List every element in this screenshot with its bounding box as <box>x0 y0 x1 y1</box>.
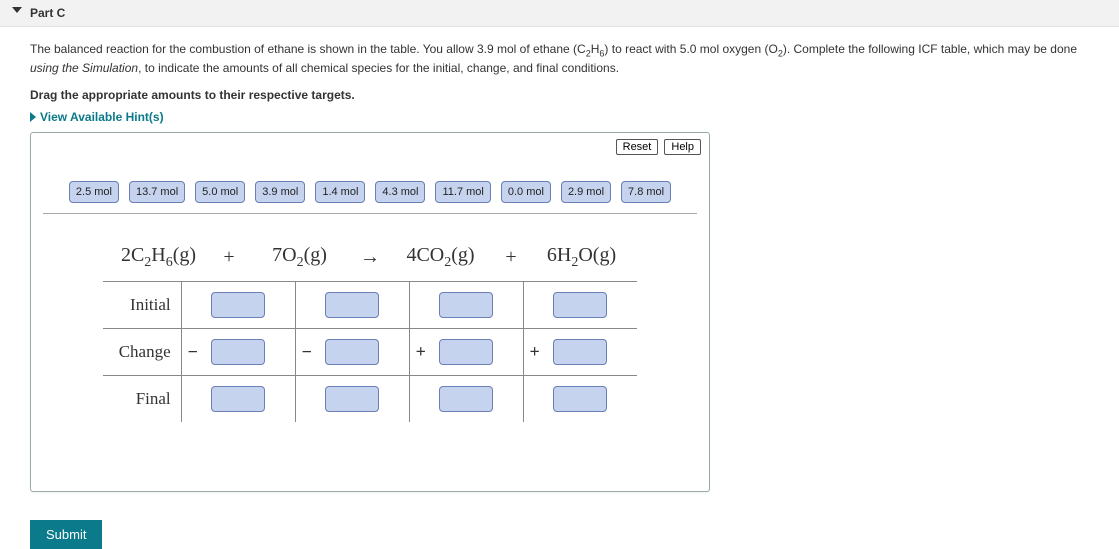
chip[interactable]: 5.0 mol <box>195 181 245 203</box>
drop-target[interactable] <box>211 292 265 318</box>
drop-target[interactable] <box>439 386 493 412</box>
chip[interactable]: 1.4 mol <box>315 181 365 203</box>
drop-target[interactable] <box>325 339 379 365</box>
drop-target[interactable] <box>439 292 493 318</box>
drop-target[interactable] <box>211 339 265 365</box>
drop-target[interactable] <box>553 339 607 365</box>
minus-sign: − <box>188 341 198 362</box>
part-label: Part C <box>30 6 65 20</box>
caret-down-icon <box>12 7 22 13</box>
chip-tray: 2.5 mol 13.7 mol 5.0 mol 3.9 mol 1.4 mol… <box>43 175 697 214</box>
row-label-final: Final <box>103 375 181 422</box>
row-label-change: Change <box>103 328 181 375</box>
drop-target[interactable] <box>325 292 379 318</box>
chip[interactable]: 4.3 mol <box>375 181 425 203</box>
drop-target[interactable] <box>325 386 379 412</box>
question-prompt: The balanced reaction for the combustion… <box>30 41 1089 78</box>
hints-label: View Available Hint(s) <box>40 110 164 124</box>
drop-target[interactable] <box>553 386 607 412</box>
reaction-equation: 2C2H6(g) + 7O2(g) → 4CO2(g) + 6H2O(g) <box>103 238 637 277</box>
view-hints-toggle[interactable]: View Available Hint(s) <box>30 110 1089 124</box>
plus-sign: + <box>416 341 426 362</box>
caret-right-icon <box>30 112 36 122</box>
submit-button[interactable]: Submit <box>30 520 102 549</box>
row-label-initial: Initial <box>103 281 181 328</box>
chip[interactable]: 2.5 mol <box>69 181 119 203</box>
reset-button[interactable]: Reset <box>616 139 659 155</box>
drag-drop-panel: Reset Help 2.5 mol 13.7 mol 5.0 mol 3.9 … <box>30 132 710 492</box>
chip[interactable]: 2.9 mol <box>561 181 611 203</box>
part-header[interactable]: Part C <box>0 0 1119 27</box>
icf-table: Initial Change − − + + Final <box>103 281 637 422</box>
plus-sign: + <box>530 341 540 362</box>
chip[interactable]: 7.8 mol <box>621 181 671 203</box>
minus-sign: − <box>302 341 312 362</box>
drop-target[interactable] <box>439 339 493 365</box>
drop-target[interactable] <box>553 292 607 318</box>
help-button[interactable]: Help <box>664 139 701 155</box>
chip[interactable]: 0.0 mol <box>501 181 551 203</box>
drag-instruction: Drag the appropriate amounts to their re… <box>30 88 1089 102</box>
chip[interactable]: 11.7 mol <box>435 181 490 203</box>
chip[interactable]: 3.9 mol <box>255 181 305 203</box>
chip[interactable]: 13.7 mol <box>129 181 185 203</box>
drop-target[interactable] <box>211 386 265 412</box>
